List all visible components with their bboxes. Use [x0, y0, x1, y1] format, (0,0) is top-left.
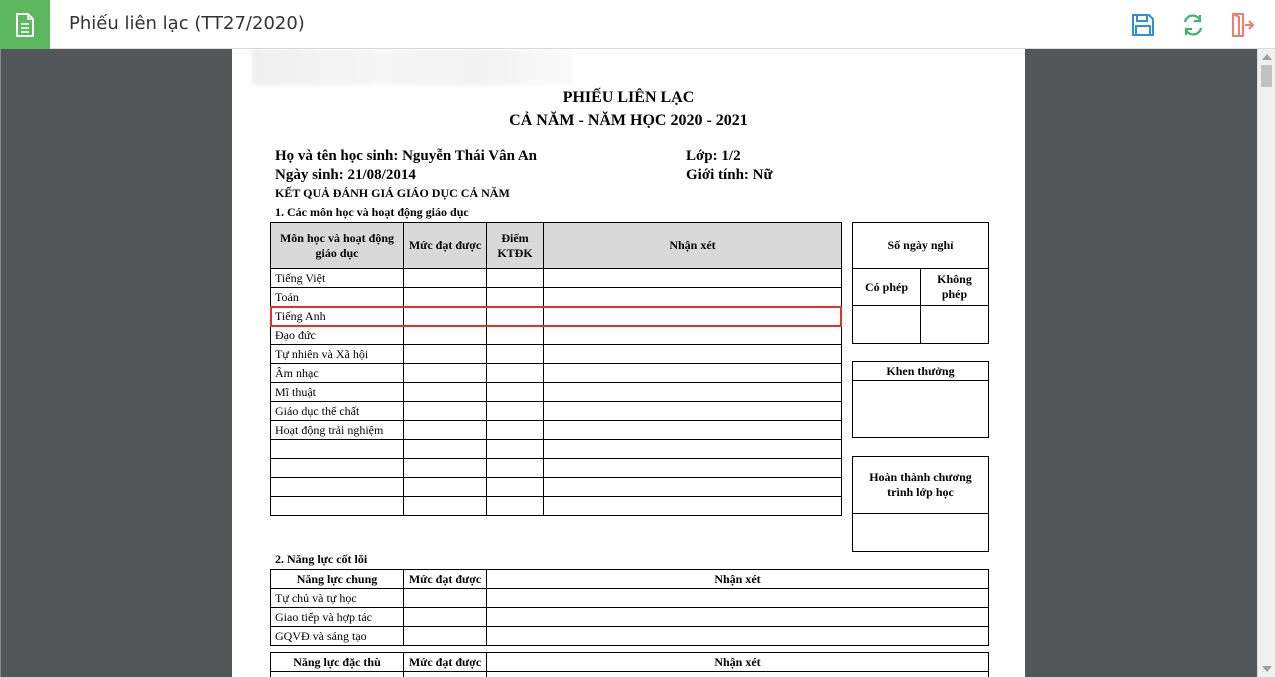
exit-button[interactable] — [1227, 10, 1257, 40]
report-page: PHIẾU LIÊN LẠC CẢ NĂM - NĂM HỌC 2020 - 2… — [232, 49, 1025, 677]
subject-name: Hoạt động trải nghiệm — [270, 420, 404, 440]
table-row[interactable]: Tự nhiên và Xã hội — [270, 344, 842, 364]
subject-name: Âm nhạc — [270, 363, 404, 383]
table-row[interactable]: Mĩ thuật — [270, 382, 842, 402]
subject-name: Tiếng Anh — [270, 306, 404, 326]
table-row[interactable]: GQVĐ và sáng tạo — [270, 626, 989, 646]
header-subject: Môn học và hoạt động giáo dục — [270, 222, 404, 269]
subject-name — [270, 477, 404, 497]
table-row[interactable]: Giao tiếp và hợp tác — [270, 607, 989, 627]
competency-name: Giao tiếp và hợp tác — [270, 607, 404, 627]
header-score: Điểm KTĐK — [486, 222, 544, 269]
general-competency-table: Năng lực chung Mức đạt được Nhận xét Tự … — [270, 569, 989, 646]
reward-title: Khen thưởng — [852, 361, 989, 381]
absence-title: Số ngày nghỉ — [852, 222, 989, 269]
completion-title: Hoàn thành chương trình lớp học — [852, 456, 989, 514]
scroll-down-arrow[interactable] — [1262, 666, 1272, 672]
subject-name: Mĩ thuật — [270, 382, 404, 402]
reward-table: Khen thưởng — [852, 361, 989, 438]
header-level: Mức đạt được — [403, 222, 487, 269]
refresh-icon — [1183, 14, 1203, 36]
table-row[interactable] — [270, 496, 842, 516]
absence-with-permission: Có phép — [852, 268, 921, 306]
competency-heading: 2. Năng lực cốt lõi — [275, 552, 368, 566]
absence-table: Số ngày nghỉ Có phép Không phép — [852, 222, 989, 344]
student-gender: Giới tính: Nữ — [686, 167, 773, 183]
exit-icon — [1232, 13, 1255, 37]
document-icon — [0, 0, 50, 49]
school-header-blurred — [252, 49, 572, 85]
subject-name — [270, 439, 404, 459]
subject-name — [270, 458, 404, 478]
table-row[interactable]: Âm nhạc — [270, 363, 842, 383]
table-row[interactable] — [270, 458, 842, 478]
table-row-selected[interactable]: Tiếng Anh — [270, 306, 842, 326]
table-row[interactable]: Giáo dục thể chất — [270, 401, 842, 421]
refresh-button[interactable] — [1178, 10, 1208, 40]
student-name: Họ và tên học sinh: Nguyễn Thái Vân An — [275, 148, 538, 164]
window-title: Phiếu liên lạc (TT27/2020) — [69, 13, 305, 34]
vertical-scrollbar[interactable] — [1257, 49, 1275, 677]
subject-name — [270, 496, 404, 516]
competency-name: Tự chủ và tự học — [270, 588, 404, 608]
scroll-up-arrow[interactable] — [1262, 54, 1272, 60]
table-row[interactable]: Tự chủ và tự học — [270, 588, 989, 608]
student-dob: Ngày sinh: 21/08/2014 — [275, 167, 416, 183]
table-row[interactable]: Hoạt động trải nghiệm — [270, 420, 842, 440]
save-icon — [1132, 14, 1154, 36]
header-specific-competency: Năng lực đặc thù — [270, 652, 404, 672]
table-row[interactable]: Tiếng Việt — [270, 268, 842, 288]
table-row[interactable] — [270, 477, 842, 497]
header-comment: Nhận xét — [543, 222, 842, 269]
absence-without-permission: Không phép — [920, 268, 989, 306]
completion-table: Hoàn thành chương trình lớp học — [852, 456, 989, 552]
document-viewer[interactable]: PHIẾU LIÊN LẠC CẢ NĂM - NĂM HỌC 2020 - 2… — [0, 49, 1275, 677]
subject-name: Giáo dục thể chất — [270, 401, 404, 421]
student-class: Lớp: 1/2 — [686, 148, 741, 164]
subject-name: Tiếng Việt — [270, 268, 404, 288]
header-level: Mức đạt được — [403, 569, 487, 589]
table-row[interactable]: Đạo đức — [270, 325, 842, 345]
specific-competency-table: Năng lực đặc thù Mức đạt được Nhận xét — [270, 652, 989, 677]
header-general-competency: Năng lực chung — [270, 569, 404, 589]
subject-name: Đạo đức — [270, 325, 404, 345]
subject-name: Toán — [270, 287, 404, 307]
document-subtitle: CẢ NĂM - NĂM HỌC 2020 - 2021 — [509, 112, 748, 129]
subjects-heading: 1. Các môn học và hoạt động giáo dục — [275, 205, 469, 219]
competency-name: GQVĐ và sáng tạo — [270, 626, 404, 646]
scroll-thumb[interactable] — [1261, 65, 1272, 87]
title-bar: Phiếu liên lạc (TT27/2020) — [0, 0, 1275, 49]
header-level: Mức đạt được — [403, 652, 487, 672]
subjects-table: Môn học và hoạt động giáo dục Mức đạt đư… — [270, 222, 842, 516]
save-button[interactable] — [1128, 10, 1158, 40]
section-title: KẾT QUẢ ĐÁNH GIÁ GIÁO DỤC CẢ NĂM — [275, 186, 510, 200]
subject-name: Tự nhiên và Xã hội — [270, 344, 404, 364]
header-comment: Nhận xét — [486, 569, 989, 589]
document-title: PHIẾU LIÊN LẠC — [562, 89, 695, 106]
table-row[interactable]: Toán — [270, 287, 842, 307]
table-row[interactable] — [270, 439, 842, 459]
header-comment: Nhận xét — [486, 652, 989, 672]
